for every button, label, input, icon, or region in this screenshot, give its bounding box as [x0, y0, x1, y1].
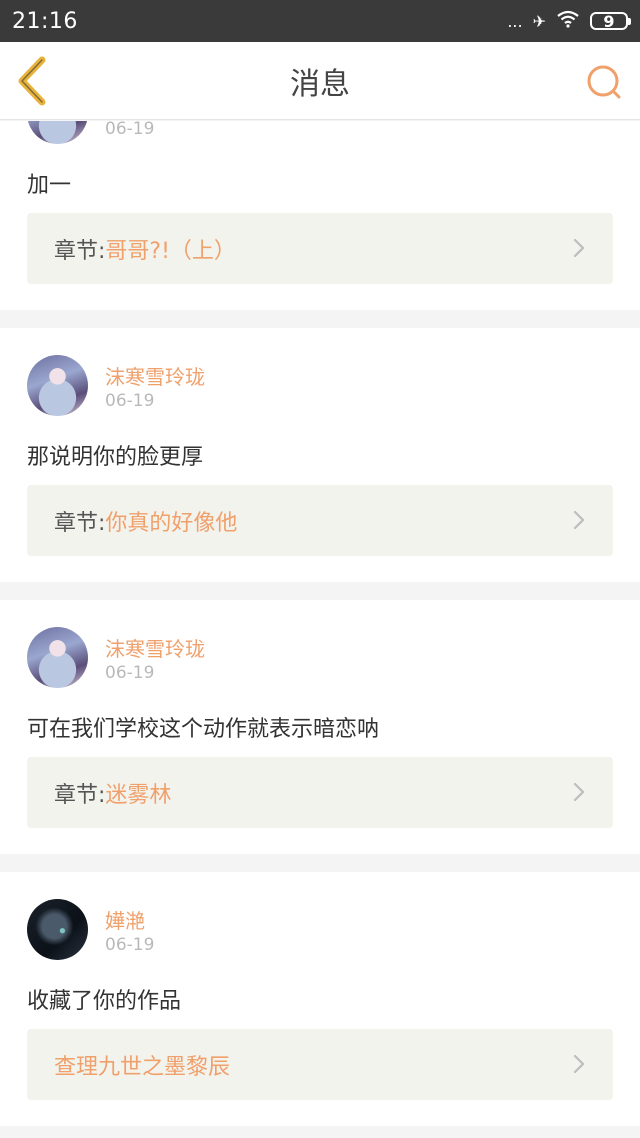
user-avatar[interactable]: [27, 355, 88, 416]
chevron-right-icon: [573, 1054, 585, 1074]
message-card: 嬅滟 06-19 收藏了你的作品 查理九世之墨黎辰: [0, 872, 640, 1126]
message-card: 06-19 加一 章节: 哥哥?!（上）: [0, 121, 640, 310]
user-avatar[interactable]: [27, 121, 88, 144]
search-icon: [587, 65, 621, 99]
status-bar: 21:16 ... ✈ 9: [0, 0, 640, 42]
header-bar: 消息: [0, 42, 640, 120]
search-button[interactable]: [584, 62, 624, 102]
wifi-icon: [556, 10, 580, 32]
chapter-link[interactable]: 章节: 你真的好像他: [27, 485, 613, 556]
comment-text: 那说明你的脸更厚: [27, 445, 204, 470]
chapter-title: 哥哥?!（上）: [105, 238, 236, 264]
page-title: 消息: [290, 66, 350, 102]
status-icons: ... ✈ 9: [507, 10, 631, 32]
username[interactable]: 沫寒雪玲珑: [105, 361, 205, 390]
signal-dots-icon: ...: [507, 11, 523, 31]
message-date: 06-19: [105, 391, 155, 411]
status-time: 21:16: [12, 8, 78, 34]
message-date: 06-19: [105, 935, 155, 955]
comment-text: 可在我们学校这个动作就表示暗恋呐: [27, 717, 380, 742]
user-avatar[interactable]: [27, 899, 88, 960]
username[interactable]: 嬅滟: [105, 905, 145, 934]
chapter-title: 迷雾林: [105, 782, 172, 808]
chevron-right-icon: [573, 238, 585, 258]
message-date: 06-19: [105, 121, 155, 139]
airplane-mode-icon: ✈: [532, 11, 546, 31]
message-card: 沫寒雪玲珑 06-19 那说明你的脸更厚 章节: 你真的好像他: [0, 328, 640, 582]
chapter-title: 你真的好像他: [105, 510, 238, 536]
message-date: 06-19: [105, 663, 155, 683]
chevron-right-icon: [573, 510, 585, 530]
chapter-link[interactable]: 章节: 迷雾林: [27, 757, 613, 828]
work-title: 查理九世之墨黎辰: [54, 1054, 231, 1080]
user-avatar[interactable]: [27, 627, 88, 688]
chevron-right-icon: [573, 782, 585, 802]
back-button[interactable]: [14, 56, 54, 106]
username[interactable]: 沫寒雪玲珑: [105, 633, 205, 662]
chapter-prefix: 章节:: [54, 510, 106, 536]
battery-icon: 9: [590, 12, 631, 31]
message-card: 沫寒雪玲珑 06-19 可在我们学校这个动作就表示暗恋呐 章节: 迷雾林: [0, 600, 640, 854]
chapter-link[interactable]: 章节: 哥哥?!（上）: [27, 213, 613, 284]
message-feed[interactable]: 06-19 加一 章节: 哥哥?!（上） 沫寒雪玲珑 06-19 那说明你的脸更…: [0, 121, 640, 1138]
comment-text: 收藏了你的作品: [27, 989, 182, 1014]
back-chevron-icon: [18, 56, 46, 106]
work-link[interactable]: 查理九世之墨黎辰: [27, 1029, 613, 1100]
comment-text: 加一: [27, 173, 72, 198]
chapter-prefix: 章节:: [54, 238, 106, 264]
chapter-prefix: 章节:: [54, 782, 106, 808]
